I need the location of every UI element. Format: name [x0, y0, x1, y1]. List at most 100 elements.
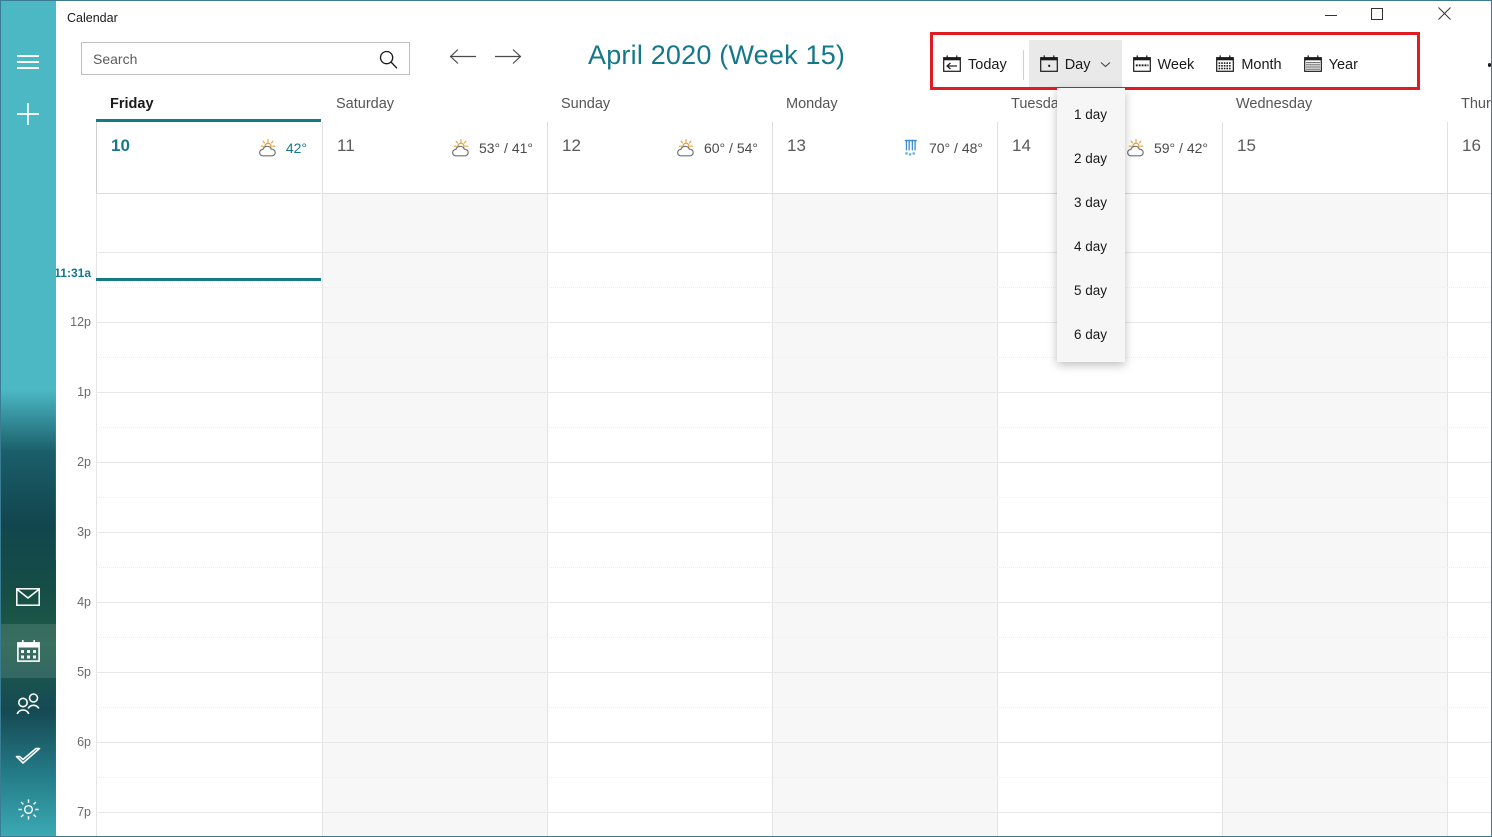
weather-temperature: 53° / 41°	[478, 140, 533, 156]
more-options-button[interactable]	[1476, 46, 1492, 84]
hour-gridline	[96, 322, 1492, 323]
hour-label: 5p	[77, 665, 91, 679]
day-summary-cell[interactable]: 16	[1447, 122, 1492, 194]
time-gutter: 11:31a 12p 1p 2p 3p 4p 5p 6p 7p	[56, 194, 96, 837]
day-header-wednesday[interactable]: Wednesday 15	[1222, 93, 1447, 194]
week-view-button[interactable]: Week	[1122, 40, 1206, 90]
day-view-button[interactable]: Day	[1028, 40, 1122, 90]
day-column-friday[interactable]	[96, 194, 321, 837]
year-view-button[interactable]: Year	[1293, 40, 1369, 90]
minimize-button[interactable]	[1308, 0, 1354, 32]
day-column-thursday[interactable]	[1447, 194, 1492, 837]
hour-gridline	[96, 602, 1492, 603]
hour-gridline	[96, 742, 1492, 743]
chevron-down-icon[interactable]	[1100, 59, 1111, 71]
dot-1	[1487, 63, 1492, 67]
sidebar-item-people[interactable]	[0, 677, 56, 731]
plus-icon	[16, 102, 40, 126]
half-hour-gridline	[96, 287, 1492, 288]
day-number: 11	[337, 136, 355, 155]
maximize-icon	[1371, 7, 1383, 25]
half-hour-gridline	[96, 567, 1492, 568]
day-summary-cell[interactable]: 13 70° / 48°	[772, 122, 997, 194]
day-view-label: Day	[1064, 57, 1091, 73]
week-calendar-icon	[1132, 54, 1151, 76]
weather-temperature: 59° / 42°	[1153, 140, 1208, 156]
day-column-monday[interactable]	[772, 194, 997, 837]
day-name-label: Wednesday	[1236, 96, 1313, 112]
sidebar-item-mail[interactable]	[0, 570, 56, 624]
day-summary-cell[interactable]: 10 42°	[96, 122, 321, 194]
partly-cloudy-icon	[677, 138, 694, 157]
app-title: Calendar	[67, 11, 118, 25]
dropdown-item-6-day[interactable]: 6 day	[1057, 312, 1125, 356]
calendar-app-window: Calendar Search April 2020 (Week 15) Tod…	[0, 0, 1492, 837]
day-name-label: Saturday	[336, 96, 395, 112]
hour-label: 1p	[77, 385, 91, 399]
sidebar-item-todo[interactable]	[0, 729, 56, 783]
day-summary-cell[interactable]: 15	[1222, 122, 1447, 194]
sidebar-item-settings[interactable]	[0, 782, 56, 836]
month-calendar-icon	[1216, 54, 1235, 76]
year-calendar-icon	[1303, 54, 1322, 76]
today-button[interactable]: Today	[932, 40, 1018, 90]
arrow-left-icon	[449, 48, 477, 70]
current-time-label: 11:31a	[56, 266, 91, 280]
previous-period-button[interactable]	[445, 44, 481, 74]
close-button[interactable]	[1421, 0, 1467, 32]
day-summary-cell[interactable]: 12 60° / 54°	[547, 122, 772, 194]
new-event-button[interactable]	[0, 87, 56, 141]
calendar-time-grid[interactable]: 11:31a 12p 1p 2p 3p 4p 5p 6p 7p	[56, 194, 1492, 837]
next-period-button[interactable]	[490, 44, 526, 74]
close-icon	[1437, 7, 1451, 25]
day-number: 15	[1237, 136, 1256, 155]
half-hour-gridline	[96, 427, 1492, 428]
day-column-saturday[interactable]	[322, 194, 547, 837]
toolbar-separator	[1022, 50, 1024, 80]
hour-gridline	[96, 532, 1492, 533]
hour-label: 12p	[70, 315, 91, 329]
command-bar: April 2020 (Week 15) Today	[56, 38, 1492, 93]
maximize-button[interactable]	[1354, 0, 1400, 32]
sidebar-item-calendar[interactable]	[0, 624, 56, 678]
day-column-wednesday[interactable]	[1222, 194, 1447, 837]
dropdown-item-1-day[interactable]: 1 day	[1057, 92, 1125, 136]
day-header-thursday[interactable]: Thursday 16	[1447, 93, 1492, 194]
calendar-icon	[16, 640, 40, 662]
day-number: 10	[111, 136, 130, 155]
dropdown-item-4-day[interactable]: 4 day	[1057, 224, 1125, 268]
dropdown-item-2-day[interactable]: 2 day	[1057, 136, 1125, 180]
week-view-label: Week	[1157, 57, 1195, 73]
day-column-sunday[interactable]	[547, 194, 772, 837]
today-calendar-icon	[943, 54, 961, 76]
people-icon	[15, 693, 41, 715]
hamburger-menu-button[interactable]	[0, 35, 56, 89]
minimize-icon	[1324, 7, 1338, 25]
day-header-friday[interactable]: Friday 10 42°	[96, 93, 321, 194]
search-icon[interactable]	[379, 50, 398, 74]
weather-temperature: 60° / 54°	[703, 140, 758, 156]
day-header-monday[interactable]: Monday 13 70° / 48°	[772, 93, 997, 194]
search-input[interactable]	[93, 50, 363, 67]
hour-label: 4p	[77, 595, 91, 609]
day-header-sunday[interactable]: Sunday 12 60° / 54°	[547, 93, 772, 194]
hour-gridline	[96, 392, 1492, 393]
hour-gridline	[96, 812, 1492, 813]
day-count-dropdown-menu[interactable]: 1 day 2 day 3 day 4 day 5 day 6 day	[1057, 88, 1125, 362]
month-view-button[interactable]: Month	[1205, 40, 1292, 90]
weather-summary: 70° / 48°	[901, 138, 983, 158]
weather-temperature: 42°	[285, 140, 307, 156]
year-view-label: Year	[1328, 57, 1358, 73]
hour-label: 3p	[77, 525, 91, 539]
hour-gridline	[96, 252, 1492, 253]
page-title: April 2020 (Week 15)	[588, 40, 846, 70]
dropdown-item-3-day[interactable]: 3 day	[1057, 180, 1125, 224]
day-name-label: Monday	[786, 96, 838, 112]
gear-icon	[17, 798, 40, 821]
search-box[interactable]	[81, 42, 410, 75]
mail-icon	[16, 588, 40, 606]
day-summary-cell[interactable]: 11 53° / 41°	[322, 122, 547, 194]
dropdown-item-5-day[interactable]: 5 day	[1057, 268, 1125, 312]
today-button-label: Today	[968, 57, 1007, 73]
day-header-saturday[interactable]: Saturday 11 53° / 41°	[322, 93, 547, 194]
